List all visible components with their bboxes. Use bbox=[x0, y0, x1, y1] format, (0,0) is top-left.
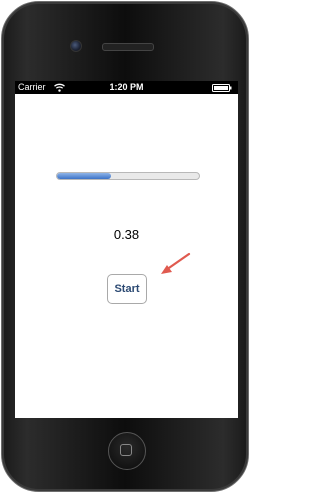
start-button[interactable]: Start bbox=[107, 274, 147, 304]
app-screen: Carrier 1:20 PM 0.38 Start bbox=[15, 81, 238, 418]
home-button[interactable] bbox=[108, 432, 146, 470]
iphone-frame: Carrier 1:20 PM 0.38 Start bbox=[1, 1, 249, 492]
front-camera bbox=[70, 40, 82, 52]
progress-bar bbox=[56, 172, 200, 180]
home-square-icon bbox=[120, 444, 132, 456]
battery-icon bbox=[212, 84, 232, 92]
pointer-arrow-annotation bbox=[161, 252, 191, 274]
progress-bar-fill bbox=[57, 173, 111, 179]
earpiece-speaker bbox=[102, 43, 154, 51]
progress-value-label: 0.38 bbox=[113, 227, 140, 242]
status-time: 1:20 PM bbox=[109, 82, 144, 92]
status-bar: Carrier 1:20 PM bbox=[15, 81, 238, 94]
